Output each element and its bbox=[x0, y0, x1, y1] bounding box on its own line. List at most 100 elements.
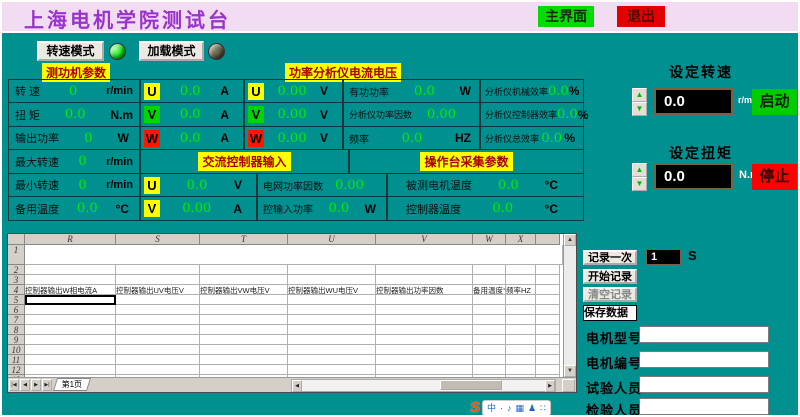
row-header-4[interactable]: 4 bbox=[8, 285, 25, 295]
grid-cell-S11[interactable] bbox=[116, 355, 200, 365]
row-header-5[interactable]: 5 bbox=[8, 295, 25, 305]
column-header-X[interactable]: X bbox=[506, 234, 536, 245]
grid-cell-R8[interactable] bbox=[25, 325, 116, 335]
grid-cell-X7[interactable] bbox=[506, 315, 536, 325]
start-record-button[interactable]: 开始记录 bbox=[583, 269, 637, 284]
grid-cell-R12[interactable] bbox=[25, 365, 116, 375]
speed-spinner[interactable]: ▲ ▼ bbox=[632, 88, 647, 116]
spin-up-icon[interactable]: ▲ bbox=[632, 163, 647, 177]
grid-cell-S4[interactable]: 控制器输出UV电压V bbox=[116, 285, 200, 295]
grid-cell-X12[interactable] bbox=[506, 365, 536, 375]
grid-cell-U3[interactable] bbox=[288, 275, 376, 285]
grid-cell-W3[interactable] bbox=[473, 275, 506, 285]
grid-cell-U10[interactable] bbox=[288, 345, 376, 355]
horizontal-scroll-thumb[interactable] bbox=[440, 380, 502, 390]
grid-cell-R9[interactable] bbox=[25, 335, 116, 345]
grid-cell-V2[interactable] bbox=[376, 265, 473, 275]
clear-record-button[interactable]: 清空记录 bbox=[583, 287, 637, 302]
row-header-1[interactable]: 1 bbox=[8, 245, 25, 265]
grid-cell-V5[interactable] bbox=[376, 295, 473, 305]
grid-cell-U8[interactable] bbox=[288, 325, 376, 335]
grid-cell-V8[interactable] bbox=[376, 325, 473, 335]
vertical-scrollbar[interactable]: ▲ ▼ bbox=[563, 234, 576, 379]
grid-cell-T3[interactable] bbox=[200, 275, 288, 285]
scroll-right-icon[interactable]: ▶ bbox=[545, 380, 555, 392]
grid-cell-X9[interactable] bbox=[506, 335, 536, 345]
sheet-tab[interactable]: 第1页 bbox=[53, 378, 91, 391]
grid-cell-X4[interactable]: 频率HZ bbox=[506, 285, 536, 295]
row-header-3[interactable]: 3 bbox=[8, 275, 25, 285]
horizontal-scrollbar[interactable] bbox=[291, 379, 556, 392]
grid-cell-R11[interactable] bbox=[25, 355, 116, 365]
grid-cell-X3[interactable] bbox=[506, 275, 536, 285]
grid-cell-S6[interactable] bbox=[116, 305, 200, 315]
start-button[interactable]: 启动 bbox=[752, 89, 797, 115]
row-header-11[interactable]: 11 bbox=[8, 355, 25, 365]
grid-cell-U5[interactable] bbox=[288, 295, 376, 305]
grid-cell-S9[interactable] bbox=[116, 335, 200, 345]
grid-cell-X10[interactable] bbox=[506, 345, 536, 355]
grid-cell-W11[interactable] bbox=[473, 355, 506, 365]
grid-cell-W6[interactable] bbox=[473, 305, 506, 315]
column-header-R[interactable]: R bbox=[25, 234, 116, 245]
grid-cell-U7[interactable] bbox=[288, 315, 376, 325]
set-speed-display[interactable]: 0.0 bbox=[654, 88, 733, 115]
last-sheet-button[interactable]: ▶| bbox=[42, 379, 52, 391]
row-header-7[interactable]: 7 bbox=[8, 315, 25, 325]
toolbox-icon[interactable]: ∷ bbox=[540, 401, 546, 415]
grid-cell-S5[interactable] bbox=[116, 295, 200, 305]
grid-cell[interactable] bbox=[25, 245, 563, 265]
load-mode-button[interactable]: 加载模式 bbox=[139, 41, 204, 61]
prev-sheet-button[interactable]: ◀ bbox=[20, 379, 30, 391]
grid-cell-U4[interactable]: 控制器输出WU电压V bbox=[288, 285, 376, 295]
grid-cell-X2[interactable] bbox=[506, 265, 536, 275]
record-interval-field[interactable]: 1 bbox=[646, 249, 681, 265]
grid-cell-T9[interactable] bbox=[200, 335, 288, 345]
chinese-mode-icon[interactable]: 中 bbox=[487, 401, 496, 415]
exit-button[interactable]: 退出 bbox=[617, 6, 665, 27]
grid-cell-X5[interactable] bbox=[506, 295, 536, 305]
grid-cell-T7[interactable] bbox=[200, 315, 288, 325]
punctuation-icon[interactable]: · bbox=[500, 401, 503, 415]
grid-corner[interactable] bbox=[8, 234, 25, 245]
spin-up-icon[interactable]: ▲ bbox=[632, 88, 647, 102]
grid-cell-T5[interactable] bbox=[200, 295, 288, 305]
record-once-button[interactable]: 记录一次 bbox=[583, 250, 637, 265]
scroll-down-icon[interactable]: ▼ bbox=[564, 365, 576, 377]
grid-cell-U12[interactable] bbox=[288, 365, 376, 375]
next-sheet-button[interactable]: ▶ bbox=[31, 379, 41, 391]
row-header-2[interactable]: 2 bbox=[8, 265, 25, 275]
column-header-S[interactable]: S bbox=[116, 234, 200, 245]
ime-icon-bar[interactable]: 中·♪▦♟∷ bbox=[482, 400, 551, 416]
torque-spinner[interactable]: ▲ ▼ bbox=[632, 163, 647, 191]
column-header-V[interactable]: V bbox=[376, 234, 473, 245]
grid-cell-W9[interactable] bbox=[473, 335, 506, 345]
grid-cell-S8[interactable] bbox=[116, 325, 200, 335]
skin-icon[interactable]: ♟ bbox=[528, 401, 536, 415]
grid-cell-S3[interactable] bbox=[116, 275, 200, 285]
grid-cell-T4[interactable]: 控制器输出VW电压V bbox=[200, 285, 288, 295]
grid-cell-S7[interactable] bbox=[116, 315, 200, 325]
grid-cell-W7[interactable] bbox=[473, 315, 506, 325]
spin-down-icon[interactable]: ▼ bbox=[632, 177, 647, 191]
grid-cell-S10[interactable] bbox=[116, 345, 200, 355]
grid-cell-U2[interactable] bbox=[288, 265, 376, 275]
grid-cell-V11[interactable] bbox=[376, 355, 473, 365]
grid-cell-T8[interactable] bbox=[200, 325, 288, 335]
grid-cell-W12[interactable] bbox=[473, 365, 506, 375]
column-header-W[interactable]: W bbox=[473, 234, 506, 245]
row-header-8[interactable]: 8 bbox=[8, 325, 25, 335]
grid-cell-U9[interactable] bbox=[288, 335, 376, 345]
grid-cell-X11[interactable] bbox=[506, 355, 536, 365]
grid-cell-W2[interactable] bbox=[473, 265, 506, 275]
grid-cell-V6[interactable] bbox=[376, 305, 473, 315]
grid-cell-R3[interactable] bbox=[25, 275, 116, 285]
stop-button[interactable]: 停止 bbox=[752, 164, 797, 190]
grid-cell-W8[interactable] bbox=[473, 325, 506, 335]
inspector-input[interactable] bbox=[639, 398, 769, 415]
grid-cell-U6[interactable] bbox=[288, 305, 376, 315]
grid-cell-V7[interactable] bbox=[376, 315, 473, 325]
speed-mode-button[interactable]: 转速模式 bbox=[37, 41, 104, 61]
grid-cell-V10[interactable] bbox=[376, 345, 473, 355]
grid-cell-V3[interactable] bbox=[376, 275, 473, 285]
